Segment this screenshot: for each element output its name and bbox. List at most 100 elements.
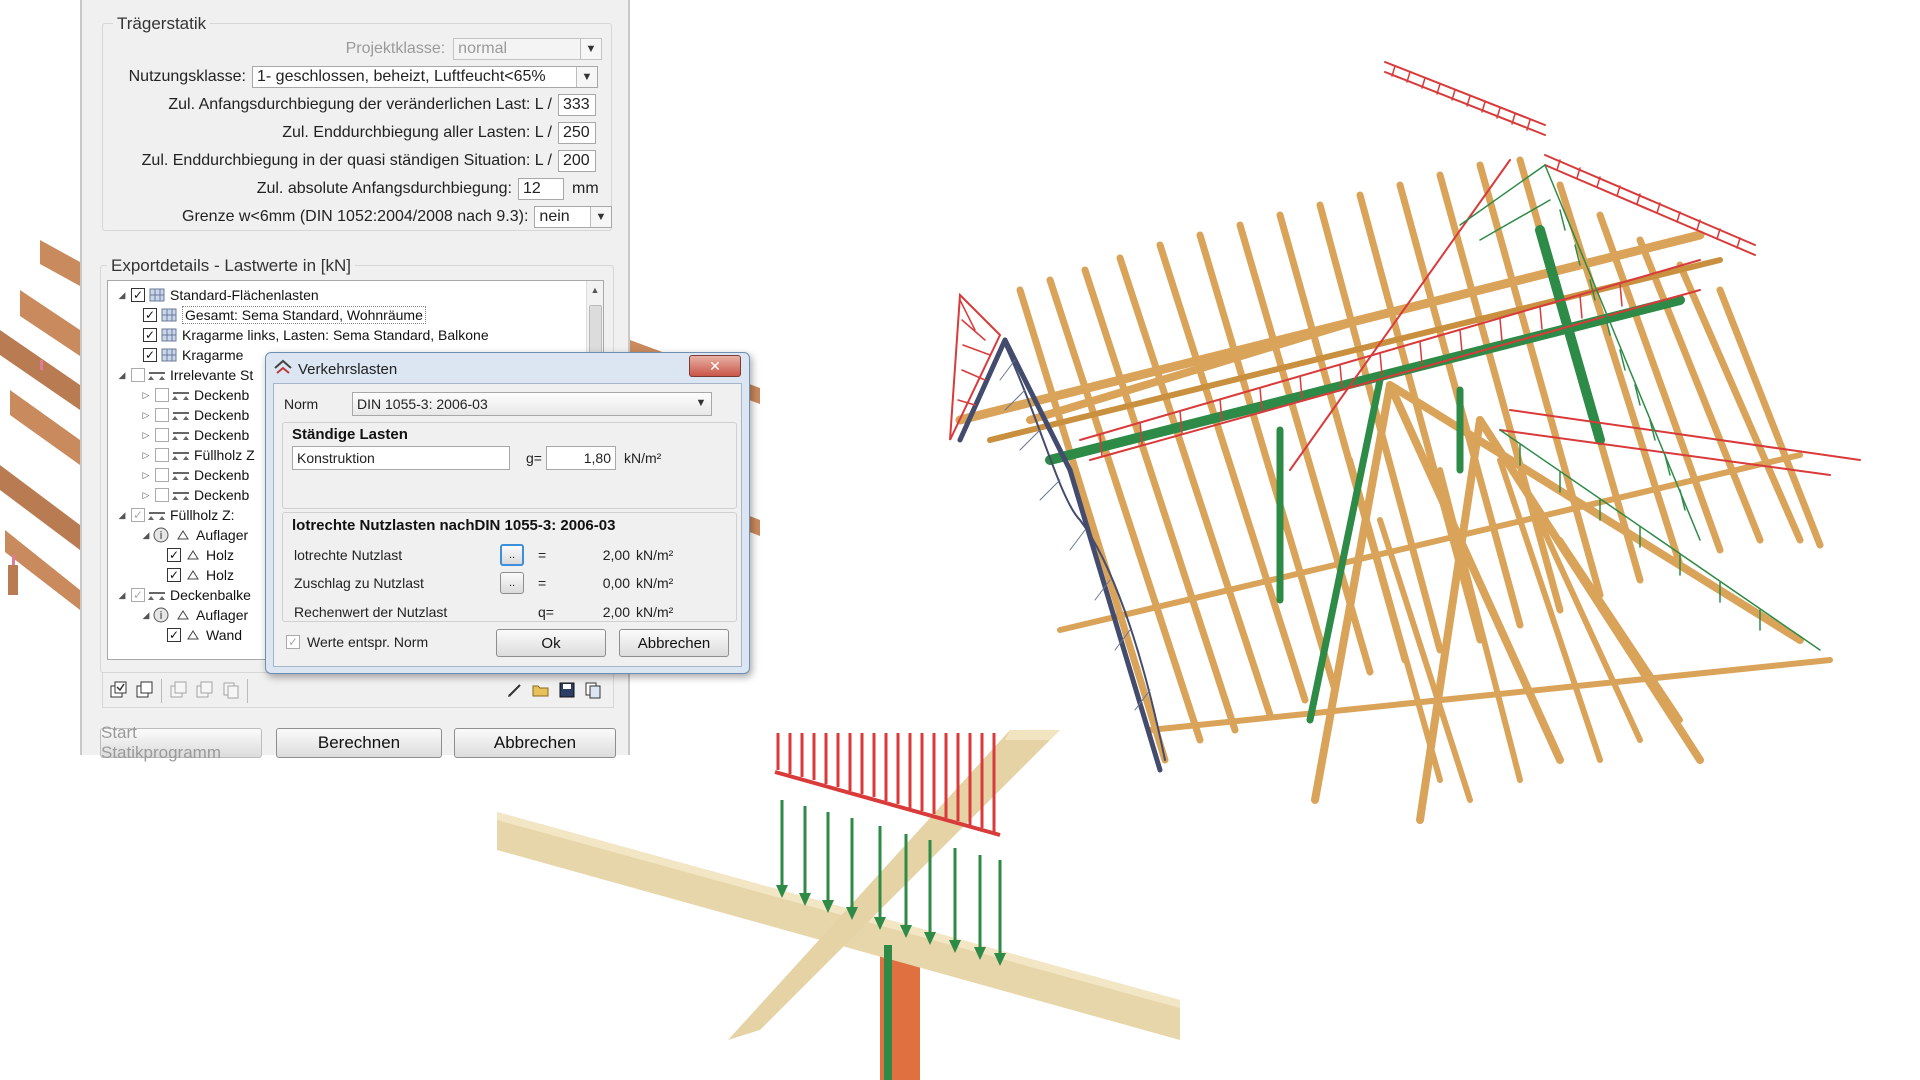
tree-item[interactable]: ◢ i Auflager (140, 525, 249, 545)
tree-item[interactable]: ▷ Deckenb (140, 485, 250, 505)
select-all-icon[interactable] (107, 678, 131, 702)
zuschlag-row: Zuschlag zu Nutzlast .. = 0,00 kN/m² (294, 572, 673, 594)
grid-icon (160, 348, 178, 362)
collapse-icon[interactable]: ◢ (116, 510, 128, 521)
equals-sign: = (538, 575, 547, 591)
tree-item[interactable]: ◢ i Auflager (140, 605, 249, 625)
chevron-down-icon: ▼ (580, 39, 601, 59)
enddurchbiegung-quasi-input[interactable]: 200 (558, 150, 596, 172)
expand-icon[interactable]: ▷ (140, 410, 152, 421)
deselect-all-icon[interactable] (133, 678, 157, 702)
tree-item[interactable]: ✓ Gesamt: Sema Standard, Wohnräume (140, 305, 426, 325)
beam-icon (172, 488, 190, 502)
expand-icon[interactable]: ▷ (140, 430, 152, 441)
zuschlag-more-button[interactable]: .. (500, 572, 524, 594)
berechnen-button[interactable]: Berechnen (276, 728, 442, 758)
dialog-abbrechen-button[interactable]: Abbrechen (619, 629, 729, 657)
checkbox-checked[interactable]: ✓ (143, 348, 157, 362)
copy-icon[interactable] (219, 678, 243, 702)
tree-item[interactable]: ◢ ✓ Standard-Flächenlasten (116, 285, 319, 305)
tree-item[interactable]: ✓ Holz (164, 545, 234, 565)
nutzungsklasse-select[interactable]: 1- geschlossen, beheizt, Luftfeucht<65% … (252, 66, 598, 88)
start-statikprogramm-button[interactable]: Start Statikprogramm (100, 723, 262, 762)
expand-icon[interactable]: ▷ (140, 470, 152, 481)
tree-item[interactable]: ✓ Kragarme (140, 345, 243, 365)
folder-open-icon[interactable] (529, 678, 553, 702)
grid-icon (160, 308, 178, 322)
norm-row: Norm DIN 1055-3: 2006-03 ▼ (284, 392, 712, 416)
checkbox-unchecked[interactable] (155, 468, 169, 482)
enddurchbiegung-input[interactable]: 250 (558, 122, 596, 144)
collapse-icon[interactable]: ◢ (140, 610, 152, 621)
grenze-select[interactable]: nein ▼ (534, 206, 612, 228)
collapse-icon[interactable]: ◢ (116, 370, 128, 381)
tree-item[interactable]: ▷ Deckenb (140, 405, 250, 425)
norm-value: DIN 1055-3: 2006-03 (357, 396, 488, 412)
nutzlasten-title: lotrechte Nutzlasten nachDIN 1055-3: 200… (292, 517, 616, 534)
absolute-label: Zul. absolute Anfangsdurchbiegung: (256, 180, 512, 197)
checkbox-checked[interactable]: ✓ (143, 328, 157, 342)
abbrechen-button[interactable]: Abbrechen (454, 728, 616, 758)
support-icon (184, 548, 202, 562)
werte-label: Werte entspr. Norm (307, 634, 429, 650)
checkbox-unchecked[interactable] (131, 368, 145, 382)
edit-icon[interactable] (503, 678, 527, 702)
close-button[interactable]: ✕ (689, 355, 741, 377)
expand-icon[interactable]: ▷ (140, 450, 152, 461)
collapse-icon[interactable]: ◢ (140, 530, 152, 541)
nutzlast-more-button[interactable]: .. (500, 544, 524, 566)
dialog-titlebar[interactable]: Verkehrslasten (274, 359, 397, 379)
projektklasse-label: Projektklasse: (345, 40, 446, 57)
tree-item[interactable]: ◢ ✓ Füllholz Z: (116, 505, 235, 525)
check-group-icon[interactable] (167, 678, 191, 702)
q-label: q= (538, 604, 554, 620)
uncheck-group-icon[interactable] (193, 678, 217, 702)
checkbox-checked[interactable]: ✓ (167, 548, 181, 562)
checkbox-unchecked[interactable] (155, 488, 169, 502)
nutzlast-row: lotrechte Nutzlast .. = 2,00 kN/m² (294, 544, 673, 566)
checkbox-checked[interactable]: ✓ (131, 508, 145, 522)
tree-item[interactable]: ◢ Irrelevante St (116, 365, 254, 385)
tree-item[interactable]: ✓ Wand (164, 625, 242, 645)
projektklasse-select[interactable]: normal ▼ (453, 38, 602, 60)
g-input[interactable]: 1,80 (546, 446, 616, 470)
checkbox-unchecked[interactable] (155, 428, 169, 442)
info-icon: i (152, 607, 170, 623)
scroll-up-icon[interactable]: ▲ (587, 285, 603, 295)
zuschlag-label: Zuschlag zu Nutzlast (294, 575, 424, 591)
collapse-icon[interactable]: ◢ (116, 290, 128, 301)
checkbox-unchecked[interactable] (155, 388, 169, 402)
tree-item[interactable]: ✓ Kragarme links, Lasten: Sema Standard,… (140, 325, 489, 345)
collapse-icon[interactable]: ◢ (116, 590, 128, 601)
expand-icon[interactable]: ▷ (140, 390, 152, 401)
tree-item[interactable]: ▷ Füllholz Z (140, 445, 255, 465)
checkbox-unchecked[interactable] (155, 448, 169, 462)
checkbox-checked[interactable]: ✓ (167, 568, 181, 582)
tree-item[interactable]: ▷ Deckenb (140, 425, 250, 445)
checkbox-checked[interactable]: ✓ (131, 288, 145, 302)
absolute-input[interactable]: 12 (518, 178, 564, 200)
verkehrslasten-dialog: Verkehrslasten ✕ Norm DIN 1055-3: 2006-0… (265, 352, 750, 674)
checkbox-unchecked[interactable] (155, 408, 169, 422)
tree-item[interactable]: ✓ Holz (164, 565, 234, 585)
konstruktion-input[interactable]: Konstruktion (292, 446, 510, 470)
beam-detail-illustration (497, 730, 1180, 1080)
beam-icon (172, 448, 190, 462)
checkbox-checked[interactable]: ✓ (131, 588, 145, 602)
norm-select[interactable]: DIN 1055-3: 2006-03 ▼ (352, 392, 712, 416)
zuschlag-value: 0,00 (602, 575, 630, 591)
tree-item[interactable]: ▷ Deckenb (140, 465, 250, 485)
ok-button[interactable]: Ok (496, 629, 606, 657)
werte-checkbox[interactable]: ✓ (286, 635, 300, 649)
tree-item[interactable]: ◢ ✓ Deckenbalke (116, 585, 251, 605)
toolbar-separator (161, 679, 162, 703)
checkbox-checked[interactable]: ✓ (167, 628, 181, 642)
checkbox-checked[interactable]: ✓ (143, 308, 157, 322)
anfangsdurchbiegung-label: Zul. Anfangsdurchbiegung der veränderlic… (168, 96, 552, 113)
export-icon[interactable] (581, 678, 605, 702)
anfangsdurchbiegung-input[interactable]: 333 (558, 94, 596, 116)
save-icon[interactable] (555, 678, 579, 702)
expand-icon[interactable]: ▷ (140, 490, 152, 501)
tree-item[interactable]: ▷ Deckenb (140, 385, 250, 405)
beam-icon (172, 428, 190, 442)
